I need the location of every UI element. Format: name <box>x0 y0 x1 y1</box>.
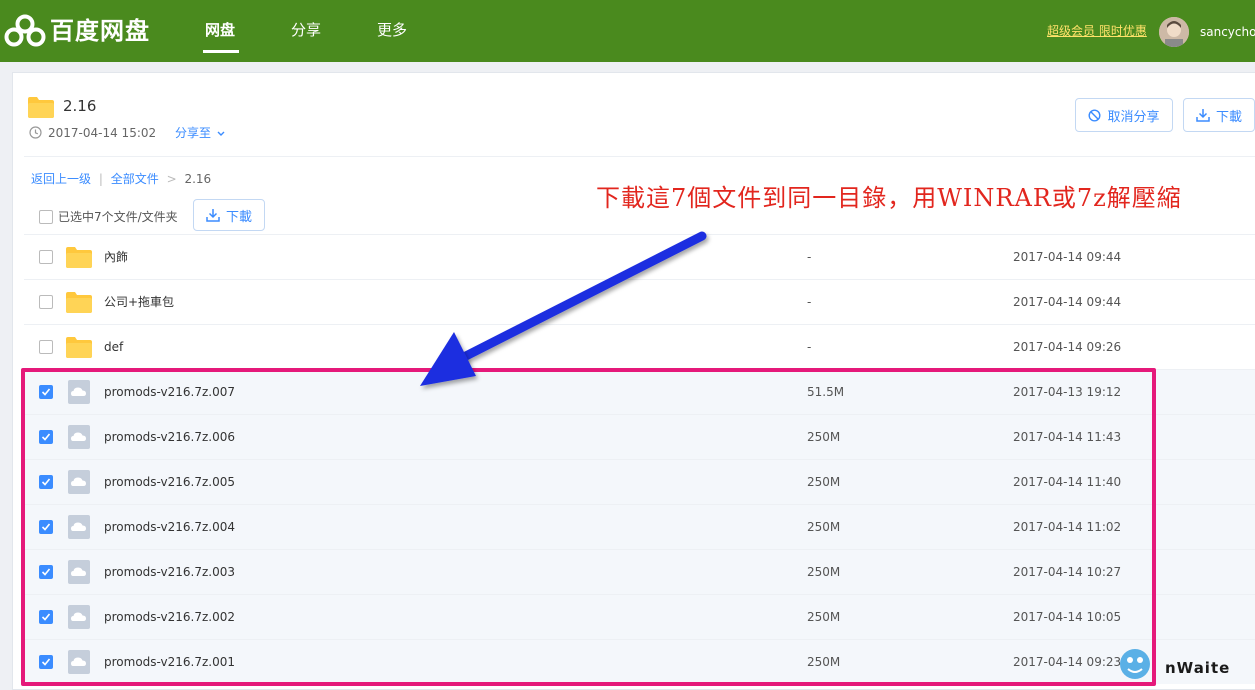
vip-promo-link[interactable]: 超级会员 限时优惠 <box>1047 22 1147 40</box>
share-to-label: 分享至 <box>175 126 212 140</box>
logo-text[interactable]: 百度网盘 <box>50 14 150 48</box>
file-time: 2017-04-14 09:44 <box>1013 250 1122 264</box>
selection-count-label: 已选中7个文件/文件夹 <box>58 210 178 224</box>
download-button[interactable]: 下載 <box>1183 98 1255 132</box>
share-to-dropdown[interactable]: 分享至 <box>175 125 225 141</box>
file-size: - <box>807 250 812 264</box>
folder-icon <box>66 292 92 313</box>
cancel-share-label: 取消分享 <box>1107 109 1160 125</box>
breadcrumb: 返回上一级 | 全部文件 > 2.16 <box>31 171 211 187</box>
nav-tab-netdisk[interactable]: 网盘 <box>205 18 235 42</box>
chevron-down-icon <box>217 131 225 136</box>
file-size: - <box>807 295 812 309</box>
top-bar: 百度网盘 网盘 分享 更多 超级会员 限时优惠 sancychou <box>0 0 1255 62</box>
highlight-box <box>21 368 1156 686</box>
breadcrumb-back-link[interactable]: 返回上一级 <box>31 172 91 186</box>
download-selected-label: 下載 <box>225 209 252 225</box>
folder-title: 2.16 <box>63 97 97 115</box>
row-checkbox[interactable] <box>39 250 53 264</box>
breadcrumb-separator: | <box>98 172 103 186</box>
baidu-cloud-logo-icon[interactable] <box>4 14 46 48</box>
file-name[interactable]: 內飾 <box>104 249 128 265</box>
file-name[interactable]: def <box>104 339 123 355</box>
nav-tab-share[interactable]: 分享 <box>291 18 321 42</box>
avatar[interactable] <box>1159 17 1189 47</box>
annotation-arrow-icon <box>420 231 707 386</box>
download-icon <box>1196 109 1210 122</box>
cancel-share-button[interactable]: 取消分享 <box>1075 98 1173 132</box>
breadcrumb-all-files-link[interactable]: 全部文件 <box>111 172 159 186</box>
folder-icon <box>66 337 92 358</box>
nav-tab-more[interactable]: 更多 <box>377 18 407 42</box>
username[interactable]: sancychou <box>1200 23 1255 41</box>
avatar-face-icon <box>1159 17 1189 47</box>
download-selected-button[interactable]: 下載 <box>193 199 265 231</box>
folder-icon <box>28 97 54 118</box>
breadcrumb-separator: > <box>166 172 177 186</box>
breadcrumb-current: 2.16 <box>184 172 212 186</box>
clock-icon <box>29 126 42 139</box>
download-icon <box>206 209 220 222</box>
file-size: - <box>807 340 812 354</box>
file-name[interactable]: 公司+拖車包 <box>104 294 174 310</box>
forbid-icon <box>1088 108 1101 122</box>
file-time: 2017-04-14 09:44 <box>1013 295 1122 309</box>
download-label: 下載 <box>1215 109 1242 125</box>
row-checkbox[interactable] <box>39 295 53 309</box>
created-time: 2017-04-14 15:02 <box>48 126 157 140</box>
select-all-checkbox[interactable] <box>39 210 53 224</box>
divider <box>24 156 1255 157</box>
annotation-text: 下載這7個文件到同一目錄，用WINRAR或7z解壓縮 <box>596 184 1182 212</box>
file-time: 2017-04-14 09:26 <box>1013 340 1122 354</box>
folder-icon <box>66 247 92 268</box>
row-checkbox[interactable] <box>39 340 53 354</box>
watermark-text: nWaite <box>1165 659 1231 677</box>
nav-active-indicator <box>203 50 239 53</box>
